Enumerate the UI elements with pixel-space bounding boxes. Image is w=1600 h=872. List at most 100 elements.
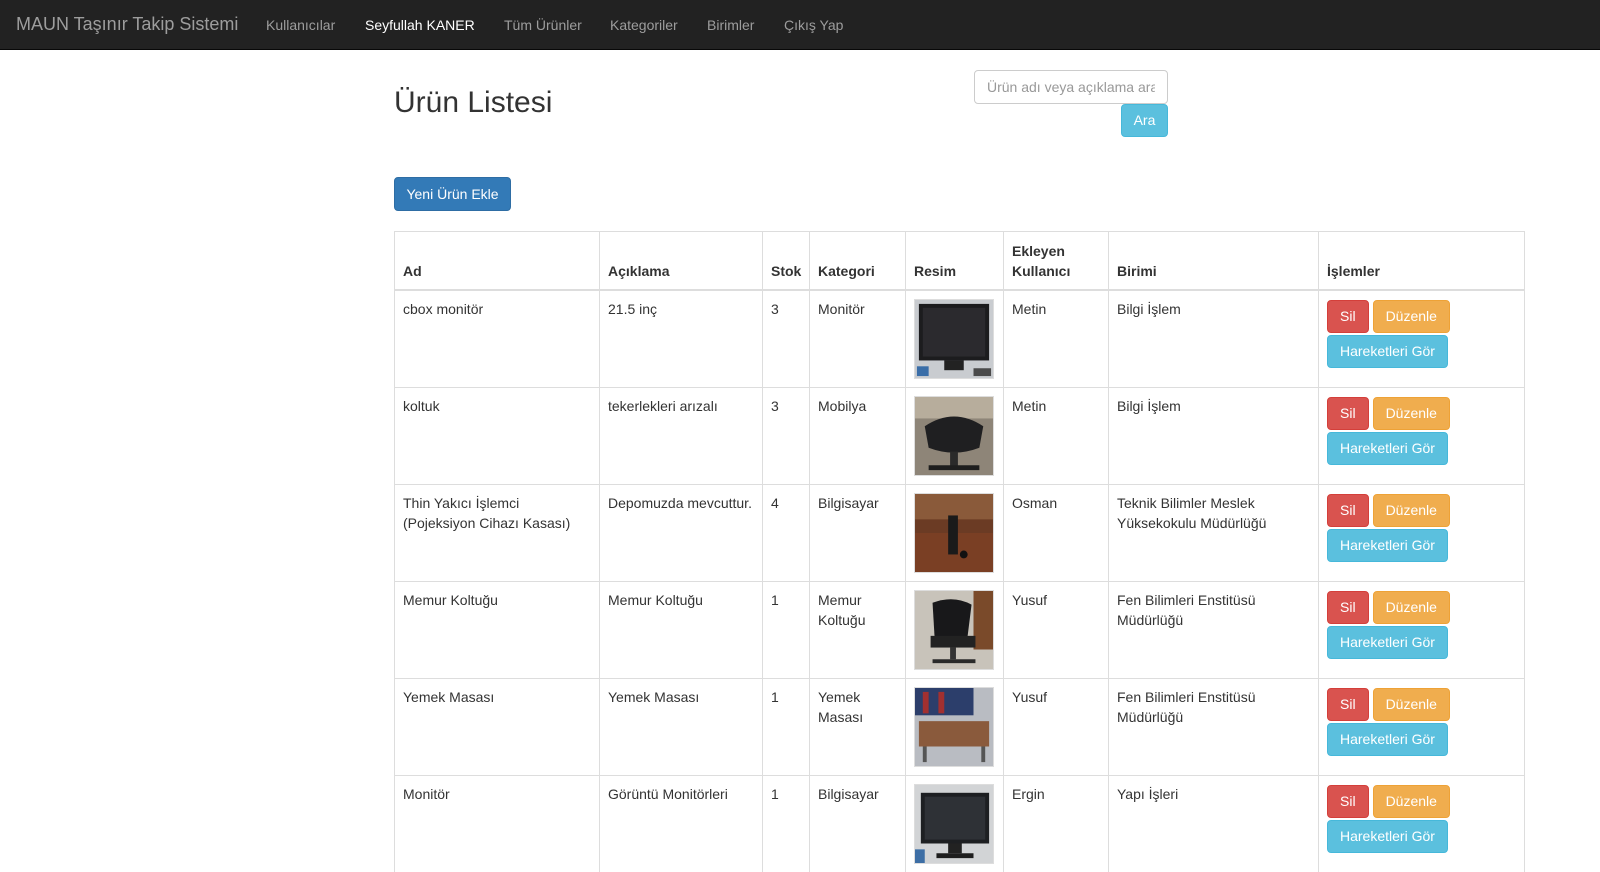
cell-unit: Fen Bilimleri Enstitüsü Müdürlüğü: [1108, 677, 1319, 776]
add-product-button[interactable]: Yeni Ürün Ekle: [394, 177, 511, 211]
cell-description: tekerlekleri arızalı: [599, 386, 763, 485]
search-button[interactable]: Ara: [1121, 104, 1168, 137]
nav-link-all-products[interactable]: Tüm Ürünler: [504, 17, 582, 33]
nav-link-logout[interactable]: Çıkış Yap: [784, 17, 843, 33]
edit-button[interactable]: Düzenle: [1372, 299, 1450, 333]
cell-added-by: Metin: [1003, 386, 1109, 485]
column-header-name: Ad: [394, 231, 600, 291]
table-row: Yemek Masası Yemek Masası 1 Yemek Masası: [394, 677, 1525, 776]
cell-name: Memur Koltuğu: [394, 580, 600, 679]
edit-button[interactable]: Düzenle: [1372, 784, 1450, 818]
product-photo-office-chair: [914, 589, 994, 670]
cell-category: Mobilya: [809, 386, 906, 485]
delete-button[interactable]: Sil: [1327, 493, 1369, 527]
cell-stock: 3: [762, 386, 810, 485]
column-header-description: Açıklama: [599, 231, 763, 291]
cell-category: Yemek Masası: [809, 677, 906, 776]
cell-name: koltuk: [394, 386, 600, 485]
search-input[interactable]: [974, 70, 1168, 104]
nav-link-current-user[interactable]: Seyfullah KANER: [365, 17, 475, 33]
nav-link-units[interactable]: Birimler: [707, 17, 754, 33]
cell-actions: Sil Düzenle Hareketleri Gör: [1318, 289, 1525, 388]
table-row: Thin Yakıcı İşlemci (Pojeksiyon Cihazı K…: [394, 483, 1525, 582]
view-movements-button[interactable]: Hareketleri Gör: [1327, 625, 1448, 659]
cell-stock: 1: [762, 580, 810, 679]
cell-description: Görüntü Monitörleri: [599, 774, 763, 872]
cell-name: Yemek Masası: [394, 677, 600, 776]
table-row: cbox monitör 21.5 inç 3 Monitör Metin Bi…: [394, 289, 1525, 388]
cell-description: 21.5 inç: [599, 289, 763, 388]
table-row: Memur Koltuğu Memur Koltuğu 1 Memur Kolt…: [394, 580, 1525, 679]
cell-actions: Sil Düzenle Hareketleri Gör: [1318, 386, 1525, 485]
cell-added-by: Metin: [1003, 289, 1109, 388]
cell-unit: Yapı İşleri: [1108, 774, 1319, 872]
view-movements-button[interactable]: Hareketleri Gör: [1327, 819, 1448, 853]
cell-added-by: Yusuf: [1003, 677, 1109, 776]
cell-added-by: Yusuf: [1003, 580, 1109, 679]
cell-actions: Sil Düzenle Hareketleri Gör: [1318, 677, 1525, 776]
cell-unit: Bilgi İşlem: [1108, 386, 1319, 485]
cell-image: [905, 580, 1004, 679]
cell-stock: 1: [762, 677, 810, 776]
table-header-row: Ad Açıklama Stok Kategori Resim Ekleyen …: [394, 231, 1525, 291]
delete-button[interactable]: Sil: [1327, 784, 1369, 818]
product-photo-device: [914, 492, 994, 573]
cell-description: Depomuzda mevcuttur.: [599, 483, 763, 582]
cell-unit: Bilgi İşlem: [1108, 289, 1319, 388]
top-navbar: MAUN Taşınır Takip Sistemi Kullanıcılar …: [0, 0, 1600, 50]
cell-image: [905, 483, 1004, 582]
cell-stock: 1: [762, 774, 810, 872]
cell-category: Bilgisayar: [809, 774, 906, 872]
view-movements-button[interactable]: Hareketleri Gör: [1327, 722, 1448, 756]
edit-button[interactable]: Düzenle: [1372, 493, 1450, 527]
table-row: koltuk tekerlekleri arızalı 3 Mobilya Me…: [394, 386, 1525, 485]
view-movements-button[interactable]: Hareketleri Gör: [1327, 431, 1448, 465]
cell-name: cbox monitör: [394, 289, 600, 388]
cell-image: [905, 774, 1004, 872]
view-movements-button[interactable]: Hareketleri Gör: [1327, 334, 1448, 368]
cell-stock: 4: [762, 483, 810, 582]
cell-image: [905, 289, 1004, 388]
cell-stock: 3: [762, 289, 810, 388]
product-photo-monitor: [914, 783, 994, 864]
product-table: Ad Açıklama Stok Kategori Resim Ekleyen …: [394, 231, 1525, 872]
cell-unit: Fen Bilimleri Enstitüsü Müdürlüğü: [1108, 580, 1319, 679]
cell-description: Memur Koltuğu: [599, 580, 763, 679]
nav-link-categories[interactable]: Kategoriler: [610, 17, 678, 33]
product-table-wrapper: Ad Açıklama Stok Kategori Resim Ekleyen …: [394, 231, 1525, 872]
product-photo-monitor: [914, 298, 994, 379]
product-photo-table: [914, 686, 994, 767]
cell-description: Yemek Masası: [599, 677, 763, 776]
table-row: Monitör Görüntü Monitörleri 1 Bilgisayar…: [394, 774, 1525, 872]
delete-button[interactable]: Sil: [1327, 590, 1369, 624]
cell-actions: Sil Düzenle Hareketleri Gör: [1318, 580, 1525, 679]
product-photo-chair: [914, 395, 994, 476]
column-header-unit: Birimi: [1108, 231, 1319, 291]
cell-category: Monitör: [809, 289, 906, 388]
edit-button[interactable]: Düzenle: [1372, 396, 1450, 430]
delete-button[interactable]: Sil: [1327, 687, 1369, 721]
edit-button[interactable]: Düzenle: [1372, 687, 1450, 721]
cell-image: [905, 677, 1004, 776]
column-header-category: Kategori: [809, 231, 906, 291]
delete-button[interactable]: Sil: [1327, 396, 1369, 430]
delete-button[interactable]: Sil: [1327, 299, 1369, 333]
column-header-stock: Stok: [762, 231, 810, 291]
edit-button[interactable]: Düzenle: [1372, 590, 1450, 624]
cell-category: Bilgisayar: [809, 483, 906, 582]
view-movements-button[interactable]: Hareketleri Gör: [1327, 528, 1448, 562]
column-header-image: Resim: [905, 231, 1004, 291]
cell-added-by: Ergin: [1003, 774, 1109, 872]
nav-link-users[interactable]: Kullanıcılar: [266, 17, 335, 33]
cell-category: Memur Koltuğu: [809, 580, 906, 679]
brand-link[interactable]: MAUN Taşınır Takip Sistemi: [16, 14, 238, 35]
page-title: Ürün Listesi: [394, 86, 553, 119]
cell-unit: Teknik Bilimler Meslek Yüksekokulu Müdür…: [1108, 483, 1319, 582]
column-header-actions: İşlemler: [1318, 231, 1525, 291]
cell-actions: Sil Düzenle Hareketleri Gör: [1318, 774, 1525, 872]
cell-added-by: Osman: [1003, 483, 1109, 582]
column-header-added-by: Ekleyen Kullanıcı: [1003, 231, 1109, 291]
cell-name: Monitör: [394, 774, 600, 872]
cell-actions: Sil Düzenle Hareketleri Gör: [1318, 483, 1525, 582]
cell-name: Thin Yakıcı İşlemci (Pojeksiyon Cihazı K…: [394, 483, 600, 582]
